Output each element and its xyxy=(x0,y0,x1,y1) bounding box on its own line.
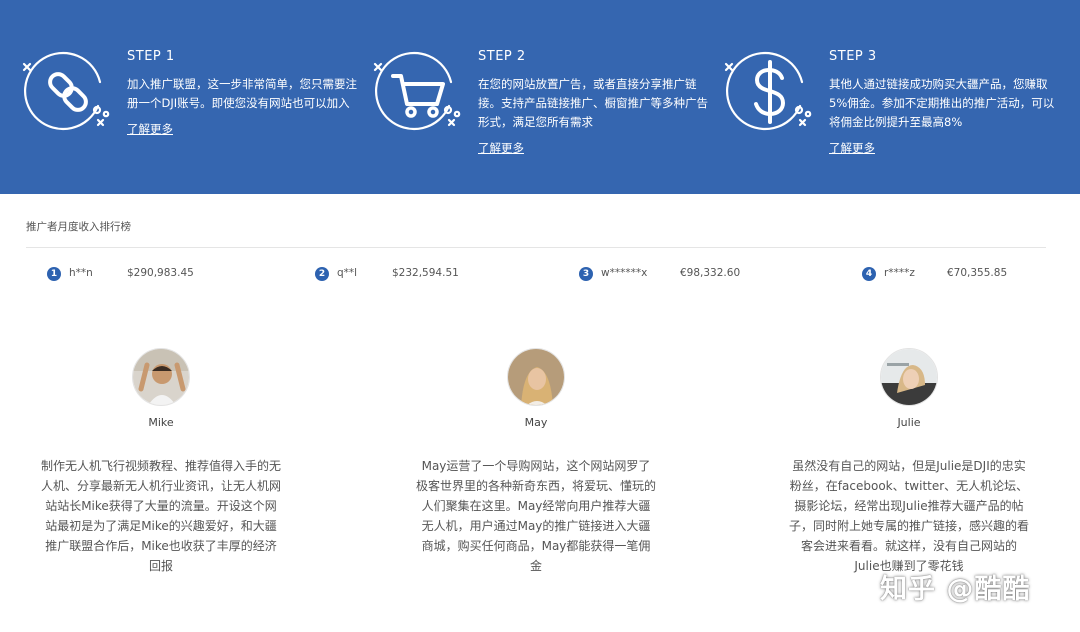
step-2-text: STEP 2 在您的网站放置广告，或者直接分享推广链接。支持产品链接推广、橱窗推… xyxy=(478,49,710,156)
dollar-sign-icon xyxy=(722,44,818,140)
testimonial-name: Julie xyxy=(897,416,921,429)
learn-more-link[interactable]: 了解更多 xyxy=(829,140,875,156)
rank-amount: $232,594.51 xyxy=(392,267,459,279)
testimonial-text: May运营了一个导购网站，这个网站网罗了极客世界里的各种新奇东西，将爱玩、懂玩的… xyxy=(416,459,657,573)
step-description: 其他人通过链接成功购买大疆产品，您赚取5%佣金。参加不定期推出的推广活动，可以将… xyxy=(829,77,1055,129)
testimonial-name: Mike xyxy=(148,416,174,429)
zhihu-watermark: 知乎 @酷酷 xyxy=(880,573,1031,605)
testimonial-text: 虽然没有自己的网站，但是Julie是DJI的忠实粉丝，在facebook、twi… xyxy=(789,459,1030,573)
ranking-item: 4 r****z €70,355.85 xyxy=(862,264,1007,284)
rank-badge: 3 xyxy=(579,267,593,281)
rank-user: q**l xyxy=(337,267,358,279)
step-1-text: STEP 1 加入推广联盟，这一步非常简单，您只需要注册一个DJI账号。即使您没… xyxy=(127,49,359,137)
step-description: 加入推广联盟，这一步非常简单，您只需要注册一个DJI账号。即使您没有网站也可以加… xyxy=(127,77,357,110)
rank-user: r****z xyxy=(884,267,915,279)
step-3: STEP 3 其他人通过链接成功购买大疆产品，您赚取5%佣金。参加不定期推出的推… xyxy=(722,44,1062,164)
step-2: STEP 2 在您的网站放置广告，或者直接分享推广链接。支持产品链接推广、橱窗推… xyxy=(371,44,711,164)
rank-amount: $290,983.45 xyxy=(127,267,194,279)
ranking-divider xyxy=(26,247,1046,248)
step-title: STEP 2 xyxy=(478,49,526,64)
learn-more-link[interactable]: 了解更多 xyxy=(478,140,524,156)
ranking-item: 2 q**l $232,594.51 xyxy=(315,264,459,284)
ranking-item: 1 h**n $290,983.45 xyxy=(47,264,194,284)
ranking-title: 推广者月度收入排行榜 xyxy=(26,221,131,233)
step-1: STEP 1 加入推广联盟，这一步非常简单，您只需要注册一个DJI账号。即使您没… xyxy=(20,44,360,164)
avatar xyxy=(880,348,938,406)
learn-more-link[interactable]: 了解更多 xyxy=(127,121,173,137)
step-title: STEP 3 xyxy=(829,49,877,64)
rank-badge: 4 xyxy=(862,267,876,281)
testimonial-julie: Julie 虽然没有自己的网站，但是Julie是DJI的忠实粉丝，在facebo… xyxy=(789,348,1029,576)
rank-amount: €70,355.85 xyxy=(947,267,1008,279)
testimonial-text: 制作无人机飞行视频教程、推荐值得入手的无人机、分享最新无人机行业资讯，让无人机网… xyxy=(41,459,282,573)
testimonial-may: May May运营了一个导购网站，这个网站网罗了极客世界里的各种新奇东西，将爱玩… xyxy=(416,348,656,576)
rank-amount: €98,332.60 xyxy=(680,267,741,279)
rank-badge: 1 xyxy=(47,267,61,281)
step-3-text: STEP 3 其他人通过链接成功购买大疆产品，您赚取5%佣金。参加不定期推出的推… xyxy=(829,49,1061,156)
avatar xyxy=(132,348,190,406)
steps-banner: STEP 1 加入推广联盟，这一步非常简单，您只需要注册一个DJI账号。即使您没… xyxy=(0,0,1080,194)
testimonial-name: May xyxy=(524,416,548,429)
shopping-cart-icon xyxy=(371,44,467,140)
testimonial-mike: Mike 制作无人机飞行视频教程、推荐值得入手的无人机、分享最新无人机行业资讯，… xyxy=(41,348,281,576)
step-title: STEP 1 xyxy=(127,49,175,64)
avatar xyxy=(507,348,565,406)
rank-user: w******x xyxy=(601,267,648,279)
rank-badge: 2 xyxy=(315,267,329,281)
chain-link-icon xyxy=(20,44,116,140)
step-description: 在您的网站放置广告，或者直接分享推广链接。支持产品链接推广、橱窗推广等多种广告形… xyxy=(478,77,708,129)
rank-user: h**n xyxy=(69,267,93,279)
ranking-item: 3 w******x €98,332.60 xyxy=(579,264,740,284)
